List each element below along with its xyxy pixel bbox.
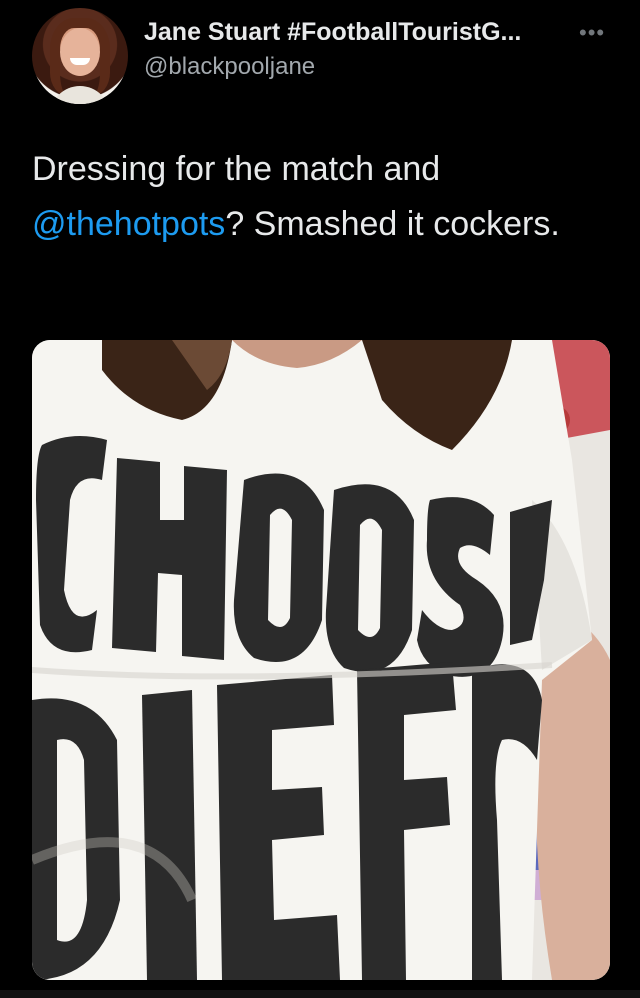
mention-link[interactable]: @thehotpots xyxy=(32,205,225,243)
author-handle[interactable]: @blackpooljane xyxy=(144,53,315,81)
tshirt-photo-graphic xyxy=(32,340,610,980)
author-name[interactable]: Jane Stuart #FootballTouristG... xyxy=(144,18,564,47)
bottom-edge xyxy=(0,990,640,998)
more-dots-icon[interactable]: ••• xyxy=(579,20,605,46)
tweet-text-part-3: ? Smashed it cockers. xyxy=(225,205,560,243)
author-avatar[interactable] xyxy=(32,8,128,104)
tweet-text-part-1: Dressing for the match and xyxy=(32,150,441,188)
avatar-face xyxy=(60,28,100,76)
tweet-text: Dressing for the match and @thehotpots? … xyxy=(32,142,592,252)
tweet-header: Jane Stuart #FootballTouristG... @blackp… xyxy=(0,0,640,110)
tweet-photo[interactable] xyxy=(32,340,610,980)
